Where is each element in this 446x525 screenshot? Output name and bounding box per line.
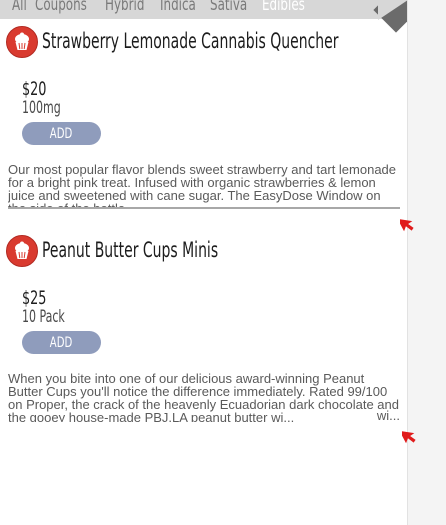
tab-coupons[interactable]: Coupons [35,0,87,15]
tab-hybrid[interactable]: Hybrid [105,0,144,15]
product-quantity: 100mg [22,98,61,118]
red-arrow-cursor-icon [400,218,414,232]
product-list-panel: All Coupons Hybrid Indica Sativa Edibles… [0,0,407,525]
product-title: Peanut Butter Cups Minis [42,238,219,262]
cupcake-icon [6,235,38,267]
product-description: Our most popular flavor blends sweet str… [8,163,400,209]
product-header: Strawberry Lemonade Cannabis Quencher [0,25,407,59]
tab-edibles[interactable]: Edibles [262,0,305,15]
cupcake-icon [6,26,38,58]
tab-indica[interactable]: Indica [160,0,196,15]
add-button-label: ADD [50,125,73,142]
add-button[interactable]: ADD [22,331,101,354]
tab-all[interactable]: All [12,0,27,15]
product-card: Peanut Butter Cups Minis $25 10 Pack ADD… [0,234,407,422]
product-quantity: 10 Pack [22,307,65,327]
product-description: When you bite into one of our delicious … [8,372,400,422]
product-price: $25 [22,287,47,309]
red-arrow-cursor-icon [402,430,416,444]
product-title: Strawberry Lemonade Cannabis Quencher [42,29,339,53]
truncation-ellipsis: wi... [360,409,400,422]
product-header: Peanut Butter Cups Minis [0,234,407,268]
tab-sativa[interactable]: Sativa [210,0,247,15]
category-tabs: All Coupons Hybrid Indica Sativa Edibles [0,0,407,19]
add-button[interactable]: ADD [22,122,101,145]
product-price: $20 [22,78,47,100]
product-card: Strawberry Lemonade Cannabis Quencher $2… [0,25,407,209]
product-description-text: When you bite into one of our delicious … [8,372,399,422]
add-button-label: ADD [50,334,73,351]
